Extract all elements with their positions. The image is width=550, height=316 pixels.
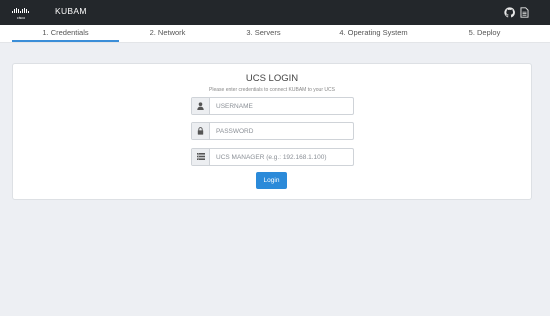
step-deploy[interactable]: 5. Deploy bbox=[431, 28, 538, 37]
login-subtitle: Please enter credentials to connect KUBA… bbox=[209, 87, 335, 93]
step-operating-system[interactable]: 4. Operating System bbox=[320, 28, 427, 37]
active-step-indicator bbox=[12, 40, 119, 42]
svg-text:cisco: cisco bbox=[17, 16, 25, 20]
cisco-logo[interactable]: cisco bbox=[11, 7, 31, 20]
wizard-steps: 1. Credentials 2. Network 3. Servers 4. … bbox=[0, 25, 550, 43]
ucs-login-card: UCS LOGIN Please enter credentials to co… bbox=[12, 63, 532, 200]
top-navbar: cisco KUBAM bbox=[0, 0, 550, 25]
server-icon bbox=[192, 149, 210, 165]
username-group bbox=[191, 97, 354, 115]
app-title: KUBAM bbox=[55, 6, 87, 16]
github-icon[interactable] bbox=[504, 7, 515, 18]
step-network[interactable]: 2. Network bbox=[114, 28, 221, 37]
step-credentials[interactable]: 1. Credentials bbox=[12, 28, 119, 37]
document-icon[interactable] bbox=[519, 7, 530, 18]
username-input[interactable] bbox=[210, 98, 351, 114]
lock-icon bbox=[192, 123, 210, 139]
ucs-manager-input[interactable] bbox=[210, 149, 351, 165]
ucs-manager-group bbox=[191, 148, 354, 166]
login-button[interactable]: Login bbox=[256, 172, 287, 189]
password-input[interactable] bbox=[210, 123, 351, 139]
login-title: UCS LOGIN bbox=[245, 73, 299, 84]
step-servers[interactable]: 3. Servers bbox=[210, 28, 317, 37]
user-icon bbox=[192, 98, 210, 114]
password-group bbox=[191, 122, 354, 140]
